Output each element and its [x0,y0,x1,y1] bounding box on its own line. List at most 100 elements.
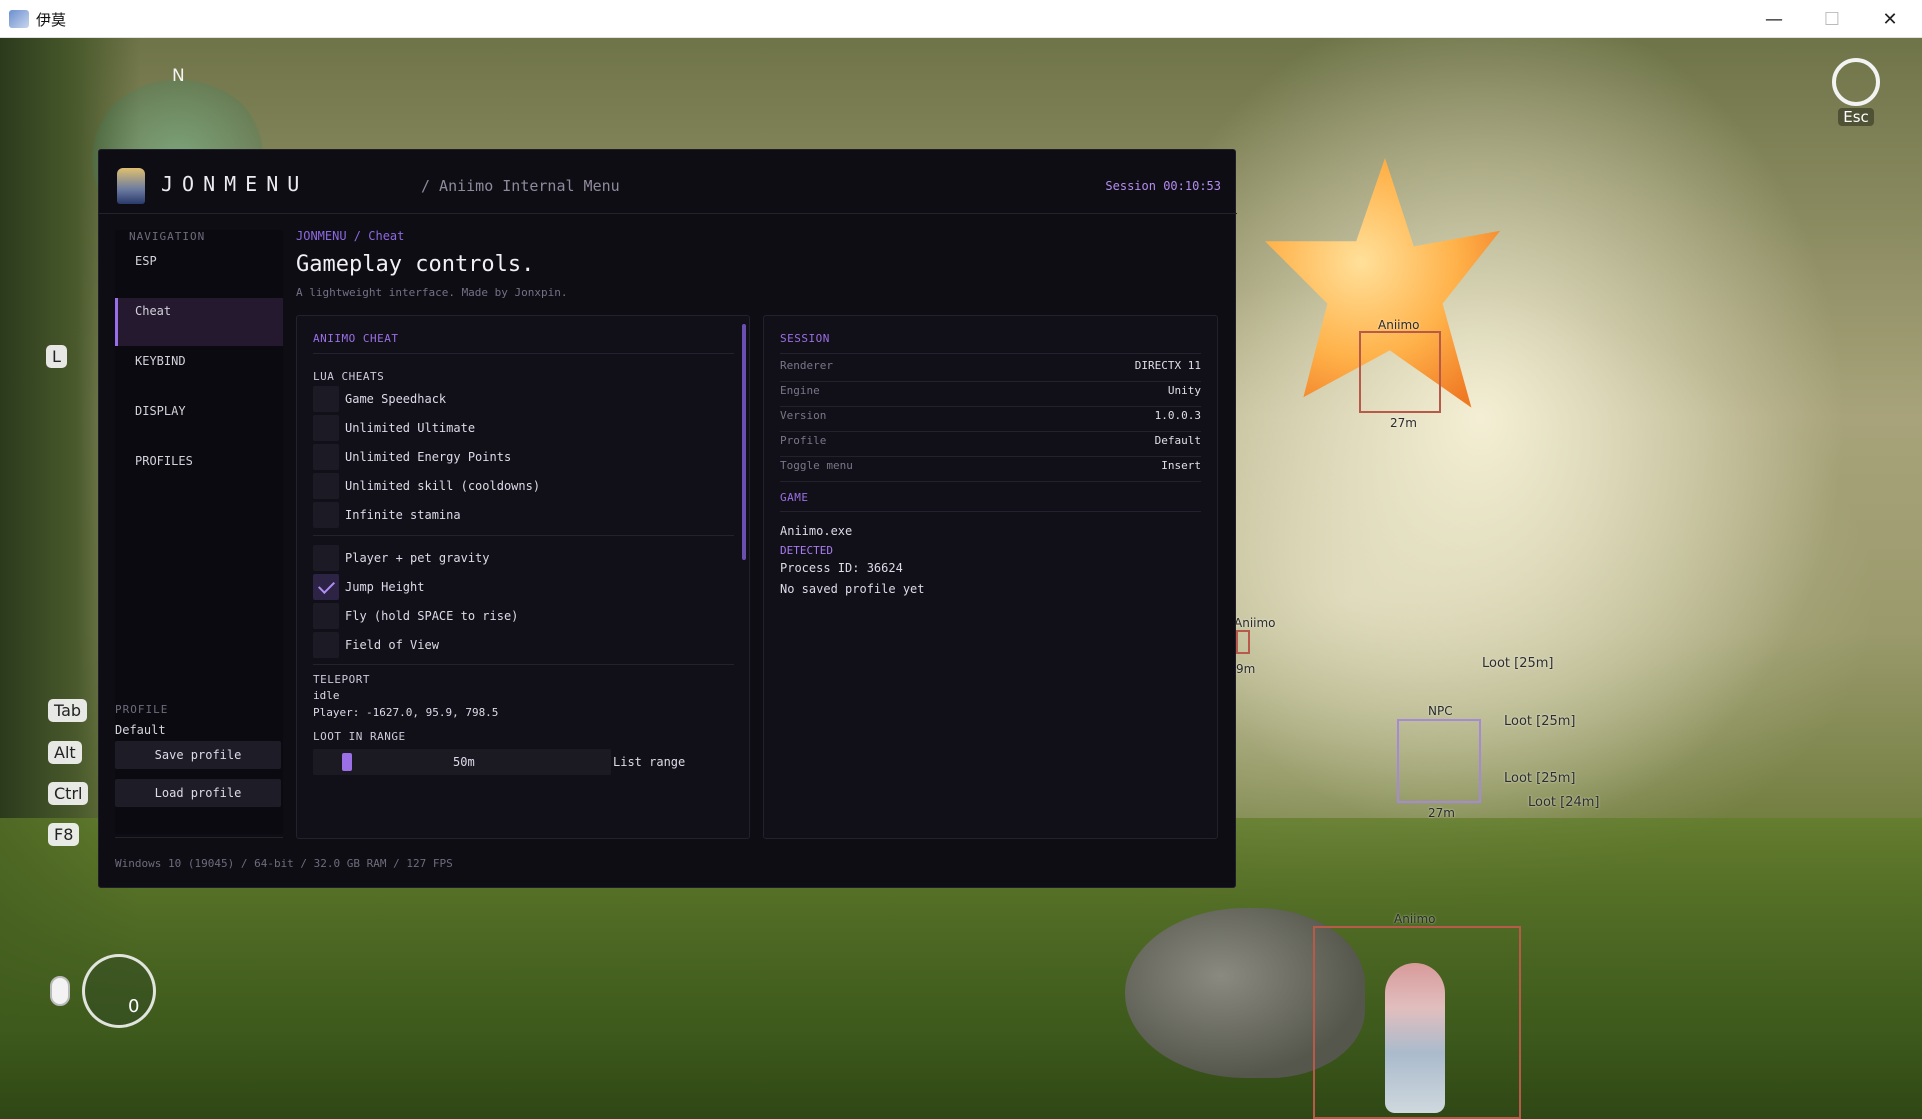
sidebar-divider [115,837,283,838]
sidebar-item-esp[interactable]: ESP [115,248,283,296]
option-label: Player + pet gravity [345,551,490,565]
sidebar-item-profiles[interactable]: PROFILES [115,448,283,496]
esp-label-player: Aniimo [1394,912,1436,926]
slider-handle[interactable] [342,753,352,771]
window-titlebar: 伊莫 — ☐ ✕ [0,0,1922,38]
divider [780,511,1201,512]
profile-heading: PROFILE [115,703,169,716]
esp-box-side [1236,630,1250,654]
key-hint-f8: F8 [48,823,80,846]
option-player-pet-gravity[interactable]: Player + pet gravity [313,545,490,571]
checkbox[interactable] [313,632,339,658]
teleport-heading: TELEPORT [313,673,370,686]
minimize-button[interactable]: — [1745,0,1803,38]
cheat-card-title: ANIIMO CHEAT [313,332,399,345]
option-label: Infinite stamina [345,508,461,522]
esp-loot-label: Loot [25m] [1504,714,1576,729]
option-infinite-stamina[interactable]: Infinite stamina [313,502,461,528]
divider [313,535,734,536]
sidebar-item-cheat[interactable]: Cheat [115,298,283,346]
kv-value: Unity [1167,384,1201,397]
player-position: Player: -1627.0, 95.9, 798.5 [313,706,499,719]
esc-key-label: Esc [1838,108,1874,126]
esp-label-side: Aniimo [1234,616,1276,630]
option-unlimited-ultimate[interactable]: Unlimited Ultimate [313,415,475,441]
session-row-toggle-menu: Toggle menu Insert [780,452,1201,482]
option-field-of-view[interactable]: Field of View [313,632,439,658]
option-unlimited-skill[interactable]: Unlimited skill (cooldowns) [313,473,540,499]
esp-label-npc: NPC [1428,704,1453,718]
esp-dist-npc: 27m [1428,806,1455,820]
menu-ring-icon [1832,58,1880,106]
cheat-card: ANIIMO CHEAT LUA CHEATS Game Speedhack U… [296,315,750,839]
game-heading: GAME [780,491,809,504]
checkbox[interactable] [313,603,339,629]
list-range-button[interactable]: List range [613,755,685,769]
key-hint-alt: Alt [48,741,82,764]
page-subtitle: A lightweight interface. Made by Jonxpin… [296,286,568,299]
brand-name: JONMENU [161,172,309,196]
option-label: Jump Height [345,580,425,594]
kv-value: Insert [1161,459,1201,472]
option-label: Unlimited skill (cooldowns) [345,479,541,493]
esp-dist-star: 27m [1390,416,1417,430]
window-title: 伊莫 [36,11,67,29]
checkbox[interactable] [313,473,339,499]
esp-dist-side: 9m [1236,662,1256,676]
close-button[interactable]: ✕ [1861,0,1919,38]
esp-label-star: Aniimo [1378,318,1420,332]
nav-heading: NAVIGATION [129,230,206,243]
divider [313,664,734,665]
option-jump-height[interactable]: Jump Height [313,574,424,600]
kv-key: Profile [780,434,827,447]
breadcrumb[interactable]: JONMENU / Cheat [296,229,404,243]
profile-name: Default [115,723,166,737]
kv-key: Engine [780,384,820,397]
checkbox[interactable] [313,386,339,412]
option-label: Unlimited Energy Points [345,450,512,464]
option-game-speedhack[interactable]: Game Speedhack [313,386,446,412]
checkbox[interactable] [313,502,339,528]
page-title: Gameplay controls. [296,252,535,277]
load-profile-button[interactable]: Load profile [115,779,281,807]
option-label: Field of View [345,638,439,652]
divider [313,353,734,354]
emote-wheel-icon[interactable] [82,954,156,1028]
checkbox-checked[interactable] [313,574,339,600]
emote-count: 0 [128,996,140,1017]
scrollbar[interactable] [742,324,746,560]
process-id: Process ID: 36624 [780,561,903,575]
app-icon [9,10,29,28]
option-fly[interactable]: Fly (hold SPACE to rise) [313,603,518,629]
esc-menu-button[interactable]: Esc [1828,58,1884,134]
system-info-footer: Windows 10 (19045) / 64-bit / 32.0 GB RA… [115,857,453,870]
key-hint-tab: Tab [48,699,88,722]
key-hint-ctrl: Ctrl [48,782,89,805]
detection-status: DETECTED [780,544,833,557]
slider-value: 50m [453,755,475,769]
loot-range-slider[interactable]: 50m [313,749,611,775]
loot-in-range-heading: LOOT IN RANGE [313,730,406,743]
session-clock: Session 00:10:53 [1105,179,1221,193]
esp-loot-label: Loot [25m] [1504,771,1576,786]
esp-loot-label: Loot [25m] [1482,656,1554,671]
esp-box-player [1313,926,1521,1119]
option-unlimited-energy-points[interactable]: Unlimited Energy Points [313,444,511,470]
save-profile-button[interactable]: Save profile [115,741,281,769]
maximize-button[interactable]: ☐ [1803,0,1861,38]
sidebar-item-keybind[interactable]: KEYBIND [115,348,283,396]
compass-north-label: N [172,66,185,86]
kv-key: Version [780,409,827,422]
sidebar-item-display[interactable]: DISPLAY [115,398,283,446]
key-hint-l: L [46,345,67,368]
checkbox[interactable] [313,415,339,441]
option-label: Fly (hold SPACE to rise) [345,609,519,623]
kv-key: Toggle menu [780,459,853,472]
session-card: SESSION Renderer DIRECTX 11 Engine Unity… [763,315,1218,839]
teleport-status: idle [313,689,340,702]
mouse-icon [50,976,70,1006]
esp-box-star [1359,331,1441,413]
checkbox[interactable] [313,545,339,571]
checkbox[interactable] [313,444,339,470]
esp-loot-label: Loot [24m] [1528,795,1600,810]
